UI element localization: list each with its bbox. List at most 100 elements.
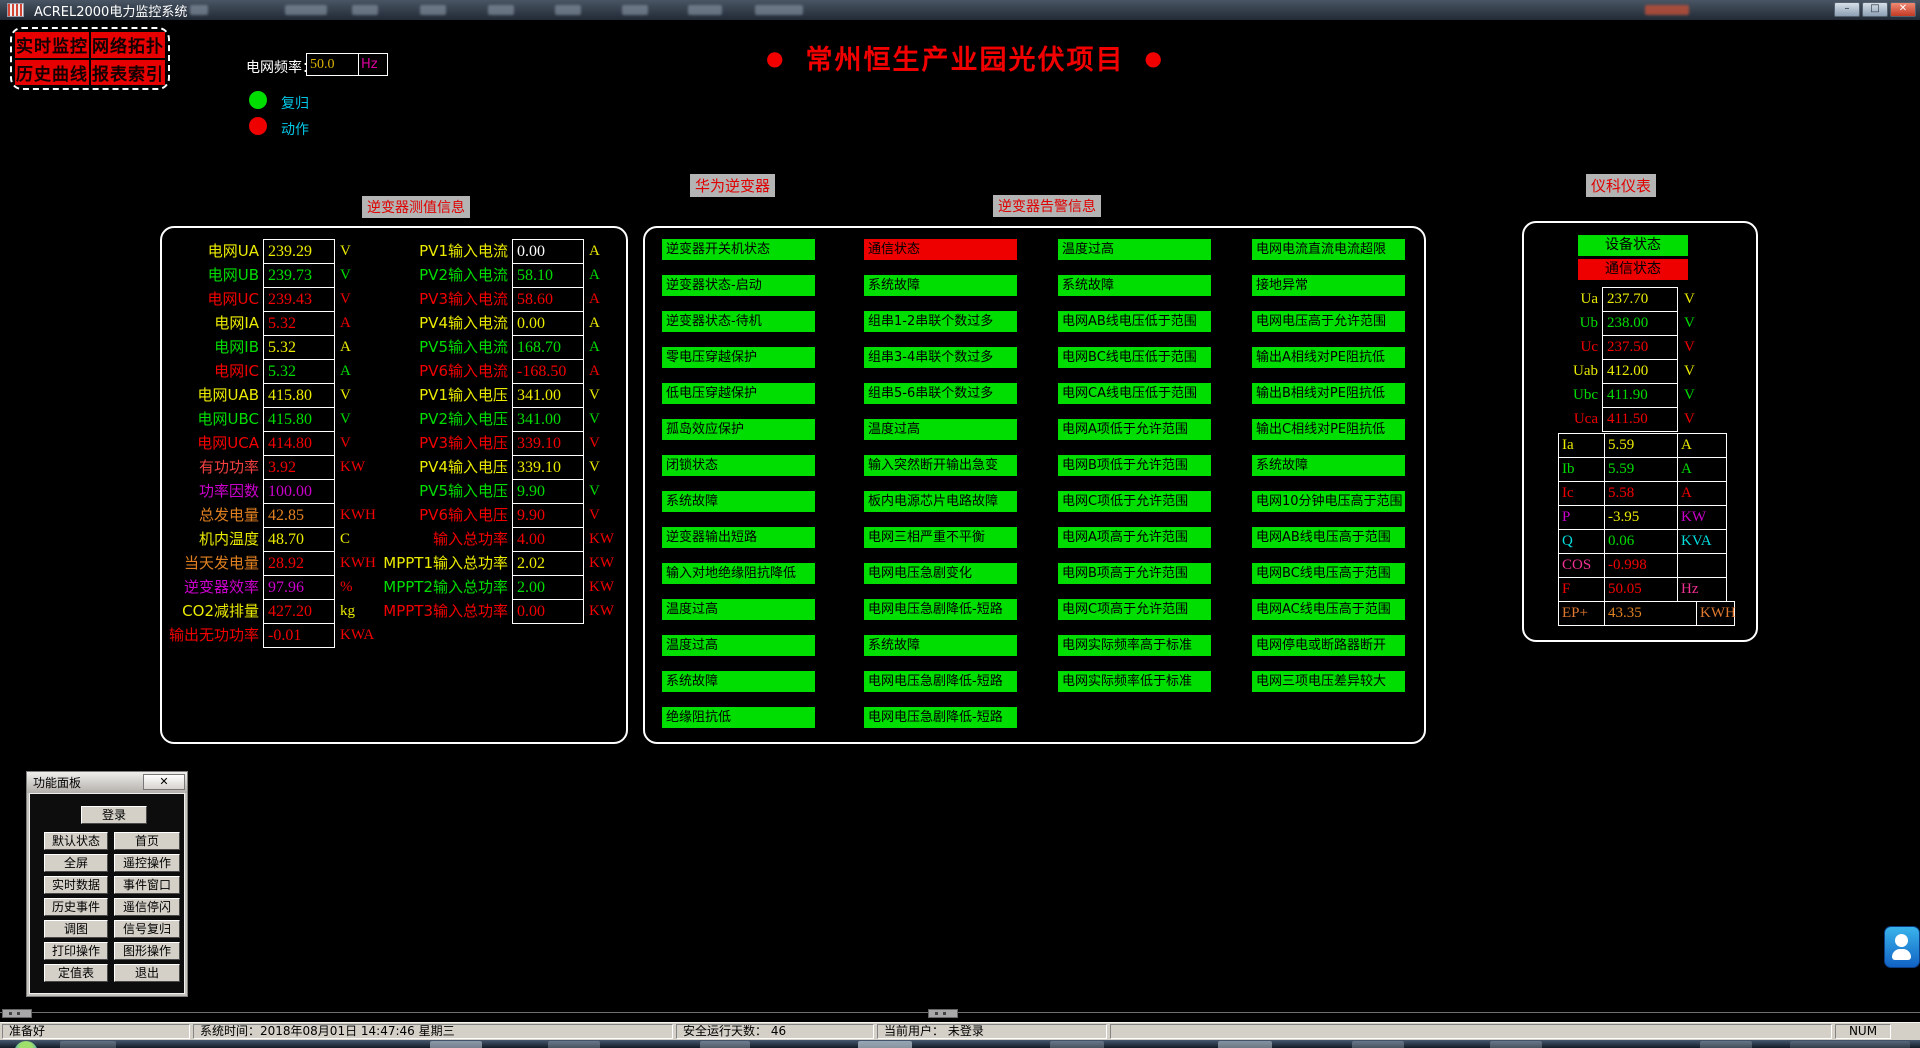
alarm-cell[interactable]: 电网实际频率高于标准	[1058, 635, 1211, 656]
function-button[interactable]: 遥控操作	[114, 854, 180, 872]
taskbar-item-blurred[interactable]	[1790, 1041, 1910, 1048]
alarm-cell[interactable]: 电网三相严重不平衡	[864, 527, 1017, 548]
alarm-cell[interactable]: 组串1-2串联个数过多	[864, 311, 1017, 332]
alarm-cell[interactable]: 逆变器状态-待机	[662, 311, 815, 332]
alarm-cell[interactable]: 电网停电或断路器断开	[1252, 635, 1405, 656]
menu-item-blurred[interactable]	[420, 5, 446, 15]
alarm-cell[interactable]: 系统故障	[864, 635, 1017, 656]
alarm-cell[interactable]: 电网三项电压差异较大	[1252, 671, 1405, 692]
scroll-handle-left[interactable]	[2, 1009, 32, 1018]
start-button[interactable]	[14, 1041, 38, 1048]
alarm-cell[interactable]: 电网AB线电压低于范围	[1058, 311, 1211, 332]
function-button[interactable]: 打印操作	[44, 942, 108, 960]
taskbar-item-blurred[interactable]	[430, 1041, 482, 1048]
alarm-cell[interactable]: 电网C项低于允许范围	[1058, 491, 1211, 512]
alarm-cell[interactable]: 电网电压高于允许范围	[1252, 311, 1405, 332]
alarm-cell[interactable]: 闭锁状态	[662, 455, 815, 476]
alarm-cell[interactable]: 电网BC线电压高于范围	[1252, 563, 1405, 584]
function-button[interactable]: 图形操作	[114, 942, 180, 960]
alarm-cell[interactable]: 电网A项低于允许范围	[1058, 419, 1211, 440]
alarm-cell[interactable]: 电网AB线电压高于范围	[1252, 527, 1405, 548]
alarm-cell[interactable]: 电网CA线电压低于范围	[1058, 383, 1211, 404]
function-button[interactable]: 事件窗口	[114, 876, 180, 894]
alarm-cell[interactable]: 通信状态	[864, 239, 1017, 260]
alarm-cell[interactable]: 逆变器输出短路	[662, 527, 815, 548]
alarm-cell[interactable]: 系统故障	[662, 491, 815, 512]
menu-item-blurred[interactable]	[555, 5, 581, 15]
taskbar-item-blurred[interactable]	[1490, 1041, 1542, 1048]
taskbar-item-blurred[interactable]	[700, 1041, 750, 1048]
function-button[interactable]: 实时数据	[44, 876, 108, 894]
meter-status-cell[interactable]: 设备状态	[1578, 235, 1688, 256]
login-button[interactable]: 登录	[81, 806, 147, 824]
alarm-cell[interactable]: 电网B项高于允许范围	[1058, 563, 1211, 584]
nav-button-3[interactable]: 历史曲线	[15, 59, 89, 85]
meter-status-cell[interactable]: 通信状态	[1578, 259, 1688, 280]
alarm-cell[interactable]: 逆变器开关机状态	[662, 239, 815, 260]
function-panel-titlebar[interactable]: 功能面板 ✕	[27, 772, 187, 793]
nav-button-1[interactable]: 实时监控	[15, 32, 89, 58]
function-button[interactable]: 退出	[114, 964, 180, 982]
function-button[interactable]: 全屏	[44, 854, 108, 872]
alarm-cell[interactable]: 电网10分钟电压高于范围	[1252, 491, 1405, 512]
taskbar-item-blurred[interactable]	[1352, 1041, 1404, 1048]
alarm-cell[interactable]: 电网B项低于允许范围	[1058, 455, 1211, 476]
alarm-cell[interactable]: 输入对地绝缘阻抗降低	[662, 563, 815, 584]
alarm-cell[interactable]: 温度过高	[1058, 239, 1211, 260]
menu-item-blurred[interactable]	[285, 5, 327, 15]
function-button[interactable]: 信号复归	[114, 920, 180, 938]
alarm-cell[interactable]: 系统故障	[662, 671, 815, 692]
alarm-cell[interactable]: 零电压穿越保护	[662, 347, 815, 368]
taskbar-item-blurred[interactable]	[60, 1041, 116, 1048]
nav-button-4[interactable]: 报表索引	[91, 59, 165, 85]
alarm-cell[interactable]: 电网电流直流电流超限	[1252, 239, 1405, 260]
menu-item-blurred[interactable]	[190, 5, 208, 15]
alarm-cell[interactable]: 输出A相线对PE阻抗低	[1252, 347, 1405, 368]
alarm-cell[interactable]: 系统故障	[1252, 455, 1405, 476]
scroll-handle-center[interactable]	[928, 1009, 958, 1018]
alarm-cell[interactable]: 电网A项高于允许范围	[1058, 527, 1211, 548]
alarm-cell[interactable]: 逆变器状态-启动	[662, 275, 815, 296]
menu-item-blurred[interactable]	[688, 5, 722, 15]
function-button[interactable]: 调图	[44, 920, 108, 938]
taskbar-item-blurred[interactable]	[548, 1041, 600, 1048]
alarm-cell[interactable]: 电网AC线电压高于范围	[1252, 599, 1405, 620]
taskbar-item-blurred[interactable]	[1700, 1041, 1752, 1048]
nav-button-2[interactable]: 网络拓扑	[91, 32, 165, 58]
alarm-cell[interactable]: 温度过高	[662, 599, 815, 620]
menu-item-blurred[interactable]	[488, 5, 514, 15]
menu-item-blurred[interactable]	[352, 5, 378, 15]
close-button[interactable]: ✕	[1890, 2, 1916, 17]
taskbar-item-blurred[interactable]	[858, 1041, 912, 1048]
alarm-cell[interactable]: 电网实际频率低于标准	[1058, 671, 1211, 692]
function-button[interactable]: 历史事件	[44, 898, 108, 916]
alarm-cell[interactable]: 低电压穿越保护	[662, 383, 815, 404]
function-panel-close-button[interactable]: ✕	[143, 774, 185, 790]
function-button[interactable]: 默认状态	[44, 832, 108, 850]
alarm-cell[interactable]: 温度过高	[662, 635, 815, 656]
alarm-cell[interactable]: 温度过高	[864, 419, 1017, 440]
alarm-cell[interactable]: 接地异常	[1252, 275, 1405, 296]
floating-chat-icon[interactable]	[1884, 926, 1920, 968]
alarm-cell[interactable]: 电网C项高于允许范围	[1058, 599, 1211, 620]
alarm-cell[interactable]: 板内电源芯片电路故障	[864, 491, 1017, 512]
alarm-cell[interactable]: 输出B相线对PE阻抗低	[1252, 383, 1405, 404]
taskbar-item-blurred[interactable]	[1218, 1041, 1272, 1048]
minimize-button[interactable]: –	[1834, 2, 1860, 17]
alarm-cell[interactable]: 电网BC线电压低于范围	[1058, 347, 1211, 368]
maximize-button[interactable]: □	[1862, 2, 1888, 17]
menu-item-highlight-blurred[interactable]	[1645, 5, 1689, 15]
alarm-cell[interactable]: 电网电压急剧降低-短路	[864, 599, 1017, 620]
alarm-cell[interactable]: 电网电压急剧降低-短路	[864, 707, 1017, 728]
alarm-cell[interactable]: 输出C相线对PE阻抗低	[1252, 419, 1405, 440]
alarm-cell[interactable]: 孤岛效应保护	[662, 419, 815, 440]
alarm-cell[interactable]: 系统故障	[864, 275, 1017, 296]
alarm-cell[interactable]: 绝缘阻抗低	[662, 707, 815, 728]
alarm-cell[interactable]: 电网电压急剧降低-短路	[864, 671, 1017, 692]
alarm-cell[interactable]: 输入突然断开输出急变	[864, 455, 1017, 476]
menu-item-blurred[interactable]	[755, 5, 803, 15]
function-button[interactable]: 遥信停闪	[114, 898, 180, 916]
alarm-cell[interactable]: 系统故障	[1058, 275, 1211, 296]
alarm-cell[interactable]: 组串3-4串联个数过多	[864, 347, 1017, 368]
function-button[interactable]: 首页	[114, 832, 180, 850]
